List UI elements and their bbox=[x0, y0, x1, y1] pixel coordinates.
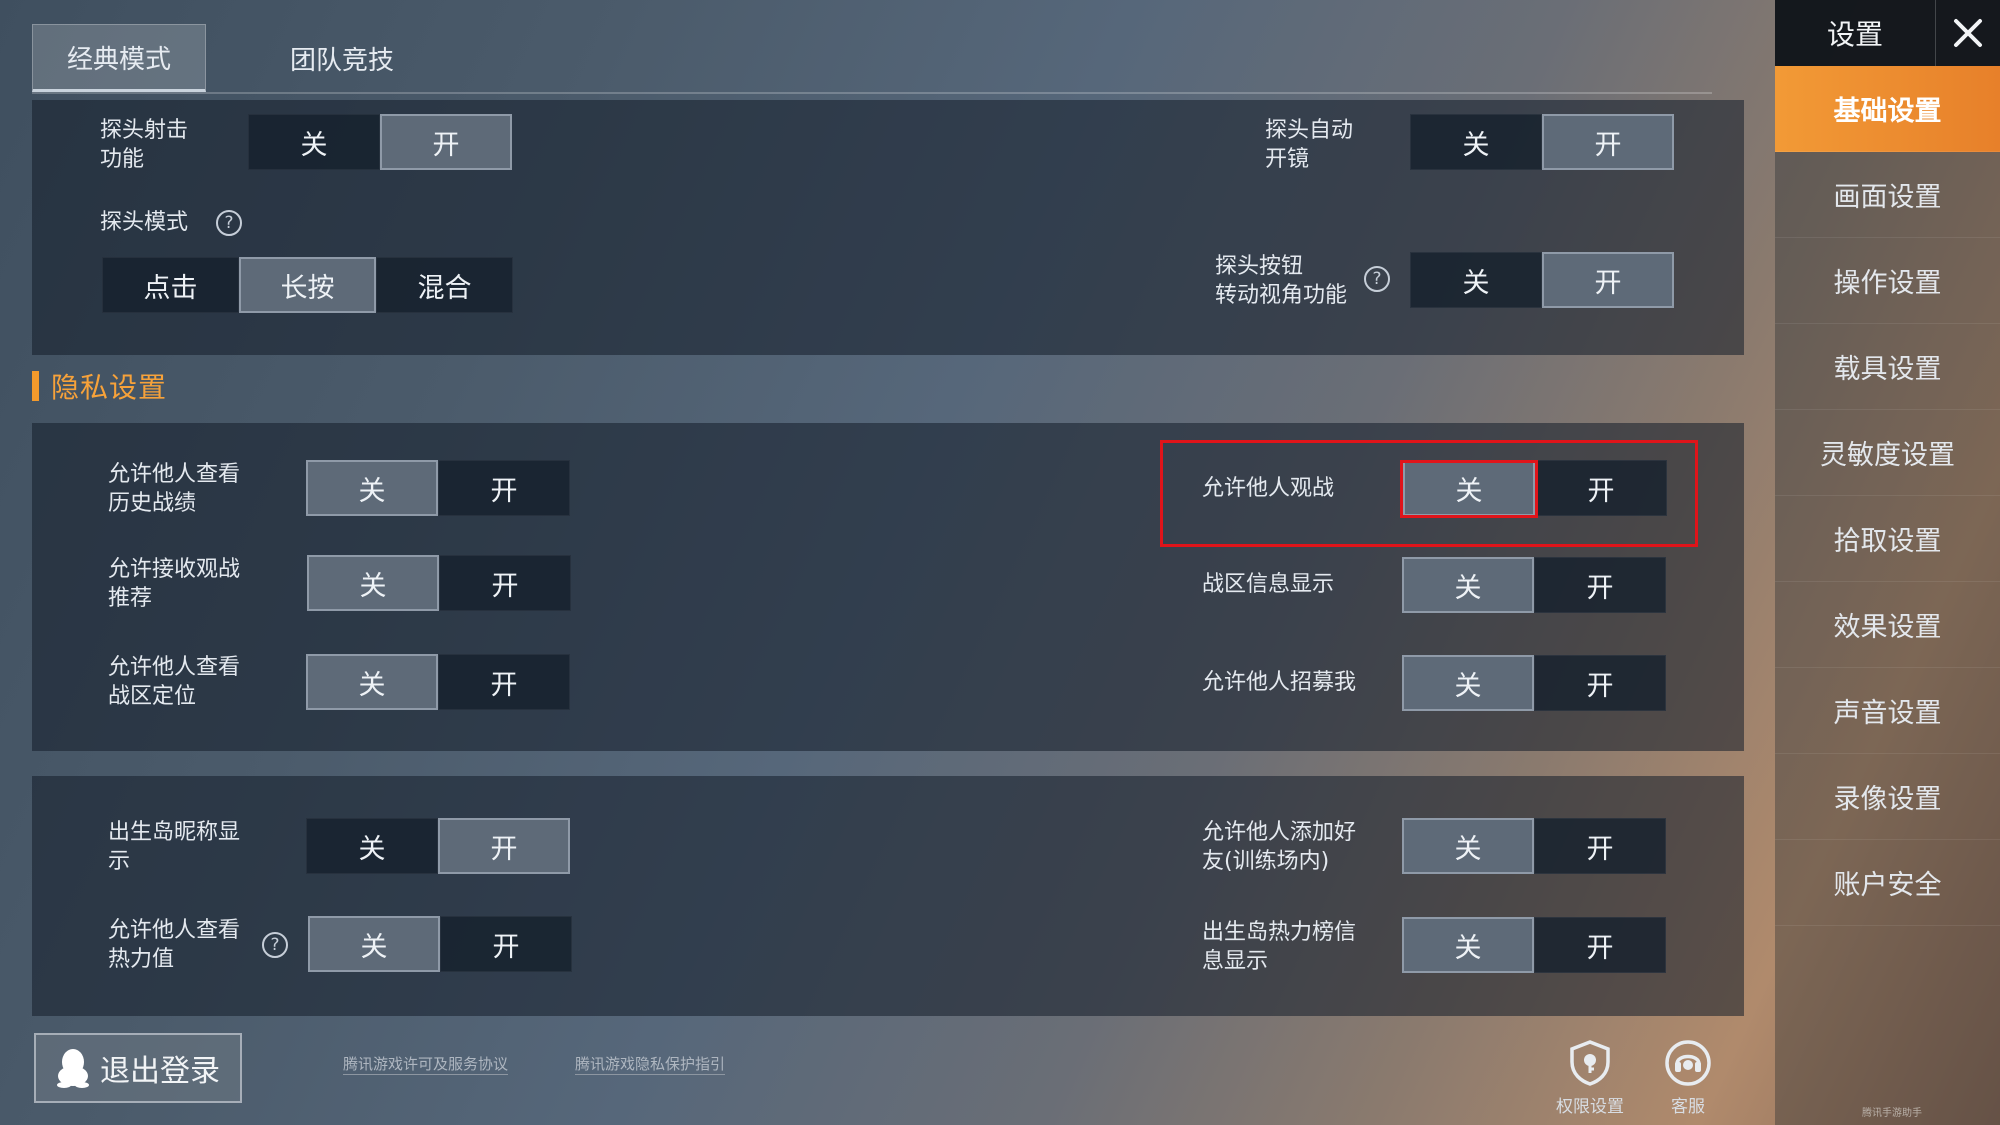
peek-button-view-toggle: 关 开 bbox=[1410, 252, 1674, 308]
section-accent-bar bbox=[32, 371, 39, 401]
highlight-inner-box bbox=[1400, 460, 1538, 518]
settings-title: 设置 bbox=[1826, 18, 1883, 51]
sidebar-header: 设置 bbox=[1775, 0, 2000, 66]
heat-rank-off-button[interactable]: 关 bbox=[1402, 917, 1534, 973]
peek-button-view-on-button[interactable]: 开 bbox=[1542, 252, 1674, 308]
peek-shoot-toggle: 关 开 bbox=[248, 114, 512, 170]
customer-service-button[interactable]: 客服 bbox=[1648, 1040, 1728, 1117]
customer-service-label: 客服 bbox=[1671, 1097, 1705, 1117]
region-info-off-button[interactable]: 关 bbox=[1402, 557, 1534, 613]
peek-shoot-label: 探头射击 功能 bbox=[100, 118, 189, 172]
heat-rank-on-button[interactable]: 开 bbox=[1534, 917, 1666, 973]
tab-classic-mode[interactable]: 经典模式 bbox=[32, 24, 206, 92]
spectate-recommend-label: 允许接收观战 推荐 bbox=[108, 557, 241, 611]
region-location-on-button[interactable]: 开 bbox=[438, 654, 570, 710]
nav-sensitivity-settings[interactable]: 灵敏度设置 bbox=[1775, 410, 2000, 496]
peek-button-view-label: 探头按钮 转动视角功能 bbox=[1215, 254, 1348, 308]
peek-auto-scope-label: 探头自动 开镜 bbox=[1265, 118, 1354, 172]
heat-value-help-icon[interactable]: ? bbox=[262, 932, 288, 958]
permissions-button[interactable]: 权限设置 bbox=[1550, 1040, 1630, 1117]
spectate-recommend-off-button[interactable]: 关 bbox=[307, 555, 439, 611]
nav-recording-settings[interactable]: 录像设置 bbox=[1775, 754, 2000, 840]
spawn-island-panel bbox=[32, 776, 1744, 1016]
history-record-toggle: 关 开 bbox=[306, 460, 570, 516]
island-nickname-toggle: 关 开 bbox=[306, 818, 570, 874]
settings-screen: 经典模式 团队竞技 探头射击 功能 关 开 探头自动 开镜 关 开 探头模式 ?… bbox=[0, 0, 2000, 1125]
peek-button-view-help-icon[interactable]: ? bbox=[1364, 266, 1390, 292]
region-info-on-button[interactable]: 开 bbox=[1534, 557, 1666, 613]
logout-button[interactable]: 退出登录 bbox=[34, 1033, 242, 1103]
close-button[interactable] bbox=[1935, 0, 2000, 66]
history-record-label: 允许他人查看 历史战绩 bbox=[108, 462, 241, 516]
island-nickname-on-button[interactable]: 开 bbox=[438, 818, 570, 874]
license-agreement-link[interactable]: 腾讯游戏许可及服务协议 bbox=[343, 1054, 509, 1075]
spectate-recommend-toggle: 关 开 bbox=[307, 555, 571, 611]
region-info-label: 战区信息显示 bbox=[1202, 572, 1335, 597]
allow-recruit-on-button[interactable]: 开 bbox=[1534, 655, 1666, 711]
add-friend-label: 允许他人添加好 友(训练场内) bbox=[1202, 820, 1357, 874]
island-nickname-off-button[interactable]: 关 bbox=[306, 818, 438, 874]
nav-pickup-settings[interactable]: 拾取设置 bbox=[1775, 496, 2000, 582]
peek-mode-tap-button[interactable]: 点击 bbox=[102, 257, 239, 313]
peek-mode-label: 探头模式 bbox=[100, 210, 189, 235]
spectate-recommend-on-button[interactable]: 开 bbox=[439, 555, 571, 611]
logout-label: 退出登录 bbox=[100, 1054, 220, 1089]
region-info-toggle: 关 开 bbox=[1402, 557, 1666, 613]
qq-penguin-icon bbox=[57, 1049, 89, 1088]
peek-mode-selector: 点击 长按 混合 bbox=[102, 257, 513, 313]
privacy-guide-link[interactable]: 腾讯游戏隐私保护指引 bbox=[575, 1054, 726, 1075]
watermark-text: 腾讯手游助手 bbox=[1862, 1108, 1922, 1119]
peek-shoot-off-button[interactable]: 关 bbox=[248, 114, 380, 170]
heat-value-off-button[interactable]: 关 bbox=[308, 916, 440, 972]
heat-rank-label: 出生岛热力榜信 息显示 bbox=[1202, 920, 1357, 974]
history-record-on-button[interactable]: 开 bbox=[438, 460, 570, 516]
island-nickname-label: 出生岛昵称显 示 bbox=[108, 820, 241, 874]
heat-rank-toggle: 关 开 bbox=[1402, 917, 1666, 973]
permissions-label: 权限设置 bbox=[1556, 1097, 1624, 1117]
add-friend-off-button[interactable]: 关 bbox=[1402, 818, 1534, 874]
peek-auto-scope-on-button[interactable]: 开 bbox=[1542, 114, 1674, 170]
add-friend-toggle: 关 开 bbox=[1402, 818, 1666, 874]
region-location-off-button[interactable]: 关 bbox=[306, 654, 438, 710]
nav-basic-settings[interactable]: 基础设置 bbox=[1775, 66, 2000, 152]
heat-value-label: 允许他人查看 热力值 bbox=[108, 918, 241, 972]
heat-value-toggle: 关 开 bbox=[308, 916, 572, 972]
region-location-label: 允许他人查看 战区定位 bbox=[108, 655, 241, 709]
shield-icon bbox=[1570, 1040, 1610, 1086]
nav-sound-settings[interactable]: 声音设置 bbox=[1775, 668, 2000, 754]
peek-mode-hold-button[interactable]: 长按 bbox=[239, 257, 376, 313]
allow-recruit-label: 允许他人招募我 bbox=[1202, 670, 1357, 695]
peek-mode-mixed-button[interactable]: 混合 bbox=[376, 257, 513, 313]
peek-mode-help-icon[interactable]: ? bbox=[216, 210, 242, 236]
settings-sidebar: 设置 基础设置 画面设置 操作设置 载具设置 灵敏度设置 拾取设置 效果设置 声… bbox=[1775, 0, 2000, 1125]
heat-value-on-button[interactable]: 开 bbox=[440, 916, 572, 972]
nav-graphics-settings[interactable]: 画面设置 bbox=[1775, 152, 2000, 238]
headset-icon bbox=[1665, 1040, 1711, 1086]
privacy-section-title: 隐私设置 bbox=[32, 367, 167, 405]
nav-vehicle-settings[interactable]: 载具设置 bbox=[1775, 324, 2000, 410]
peek-shoot-on-button[interactable]: 开 bbox=[380, 114, 512, 170]
mode-tabs: 经典模式 团队竞技 bbox=[32, 22, 1712, 94]
allow-recruit-off-button[interactable]: 关 bbox=[1402, 655, 1534, 711]
allow-recruit-toggle: 关 开 bbox=[1402, 655, 1666, 711]
add-friend-on-button[interactable]: 开 bbox=[1534, 818, 1666, 874]
privacy-title-text: 隐私设置 bbox=[51, 371, 168, 404]
close-icon bbox=[1954, 19, 1982, 47]
nav-effects-settings[interactable]: 效果设置 bbox=[1775, 582, 2000, 668]
peek-auto-scope-toggle: 关 开 bbox=[1410, 114, 1674, 170]
nav-account-security[interactable]: 账户安全 bbox=[1775, 840, 2000, 926]
peek-button-view-off-button[interactable]: 关 bbox=[1410, 252, 1542, 308]
settings-nav: 基础设置 画面设置 操作设置 载具设置 灵敏度设置 拾取设置 效果设置 声音设置… bbox=[1775, 66, 2000, 926]
peek-auto-scope-off-button[interactable]: 关 bbox=[1410, 114, 1542, 170]
history-record-off-button[interactable]: 关 bbox=[306, 460, 438, 516]
tab-team-deathmatch[interactable]: 团队竞技 bbox=[242, 24, 442, 92]
region-location-toggle: 关 开 bbox=[306, 654, 570, 710]
nav-controls-settings[interactable]: 操作设置 bbox=[1775, 238, 2000, 324]
